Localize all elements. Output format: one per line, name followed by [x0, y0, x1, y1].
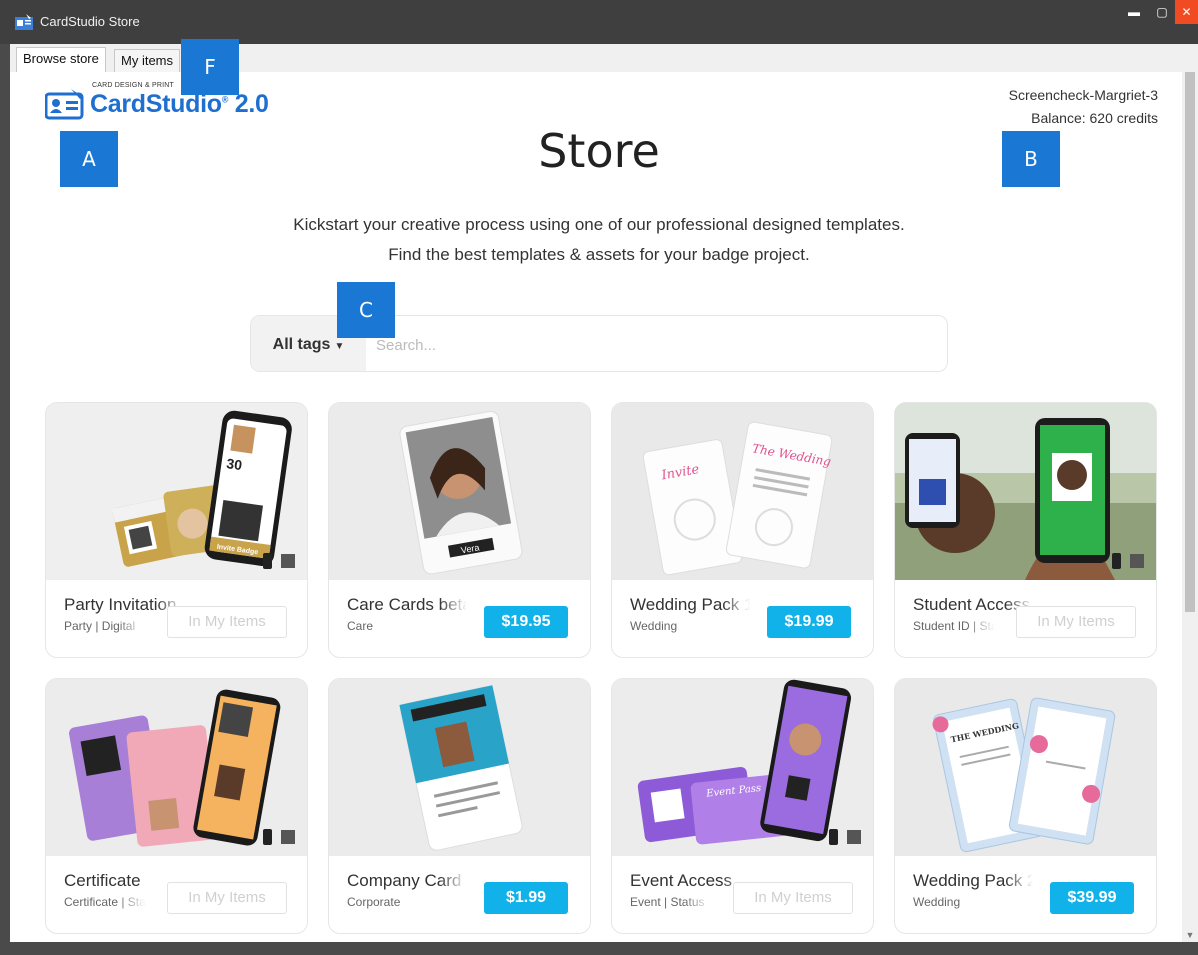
- marker-b: B: [1002, 131, 1060, 187]
- card-image: Event Pass: [612, 679, 873, 856]
- store-card[interactable]: Student Access Student ID | Status In My…: [894, 402, 1157, 658]
- buy-button[interactable]: $1.99: [484, 882, 568, 914]
- scroll-down-icon[interactable]: ▼: [1184, 930, 1196, 940]
- in-my-items-button[interactable]: In My Items: [733, 882, 853, 914]
- phone-qr-icon: [829, 829, 861, 845]
- phone-qr-icon: [1112, 553, 1144, 569]
- app-window: CardStudio Store ▬ ▢ ✕ Browse store My i…: [0, 0, 1198, 955]
- logo-wordmark: CardStudio® 2.0: [90, 90, 269, 119]
- card-tags: Care: [347, 619, 429, 633]
- card-image: THE WEDDING: [895, 679, 1156, 856]
- card-image: 30 Invite Badge: [46, 403, 307, 580]
- id-card-icon: [45, 89, 84, 120]
- title-bar: CardStudio Store ▬ ▢ ✕: [0, 0, 1198, 44]
- store-card[interactable]: THE WEDDING Wedding Pack 2 Wedding $39.9…: [894, 678, 1157, 934]
- card-title: Wedding Pack 2: [913, 871, 1033, 891]
- card-image: Invite The Wedding: [612, 403, 873, 580]
- user-name: Screencheck-Margriet-3: [1008, 87, 1158, 103]
- scrollbar-thumb[interactable]: [1185, 72, 1195, 612]
- store-card[interactable]: Invite The Wedding Wedding Pack 1 Weddin…: [611, 402, 874, 658]
- store-card[interactable]: Event Pass Event Access Event | Status I…: [611, 678, 874, 934]
- card-title: Student Access: [913, 595, 1033, 615]
- maximize-button[interactable]: ▢: [1150, 0, 1174, 24]
- card-title: Certificate: [64, 871, 184, 891]
- card-tags: Party | Digital: [64, 619, 146, 633]
- minimize-button[interactable]: ▬: [1122, 0, 1146, 24]
- store-card[interactable]: Vera Care Cards beta Care $19.95: [328, 402, 591, 658]
- logo-tagline: CARD DESIGN & PRINT: [92, 82, 174, 89]
- in-my-items-button[interactable]: In My Items: [167, 882, 287, 914]
- store-page: CARD DESIGN & PRINT CardStudio® 2.0 Scre…: [10, 72, 1182, 942]
- in-my-items-button[interactable]: In My Items: [1016, 606, 1136, 638]
- tags-dropdown-label: All tags: [272, 336, 331, 353]
- card-tags: Student ID | Status: [913, 619, 995, 633]
- logo-registered: ®: [221, 94, 229, 105]
- subtitle-line-2: Find the best templates & assets for you…: [388, 245, 810, 264]
- subtitle-line-1: Kickstart your creative process using on…: [293, 215, 905, 234]
- tab-my-items[interactable]: My items: [114, 49, 180, 73]
- tab-browse-store[interactable]: Browse store: [16, 47, 106, 73]
- close-button[interactable]: ✕: [1175, 0, 1198, 24]
- window-bottom-border: [0, 942, 1198, 955]
- card-title: Event Access: [630, 871, 750, 891]
- buy-button[interactable]: $19.99: [767, 606, 851, 638]
- cardstudio-logo: CARD DESIGN & PRINT CardStudio® 2.0: [45, 82, 305, 122]
- card-tags: Event | Status: [630, 895, 712, 909]
- card-tags: Corporate: [347, 895, 429, 909]
- store-card[interactable]: Certificate Certificate | Status In My I…: [45, 678, 308, 934]
- card-tags: Wedding: [913, 895, 995, 909]
- page-subtitle: Kickstart your creative process using on…: [10, 210, 1182, 270]
- vertical-scrollbar[interactable]: ▼: [1182, 72, 1198, 942]
- phone-qr-icon: [263, 553, 295, 569]
- marker-a: A: [60, 131, 118, 187]
- card-title: Wedding Pack 1: [630, 595, 750, 615]
- card-image: [329, 679, 590, 856]
- card-title: Company Card Demo: [347, 871, 467, 891]
- store-card[interactable]: 30 Invite Badge Party Invitation Party |…: [45, 402, 308, 658]
- card-image: [46, 679, 307, 856]
- card-title: Party Invitation: [64, 595, 184, 615]
- marker-f: F: [181, 39, 239, 95]
- app-icon: [15, 14, 33, 30]
- card-tags: Wedding: [630, 619, 712, 633]
- card-image: Vera: [329, 403, 590, 580]
- card-tags: Certificate | Status: [64, 895, 146, 909]
- buy-button[interactable]: $39.99: [1050, 882, 1134, 914]
- in-my-items-button[interactable]: In My Items: [167, 606, 287, 638]
- party-badge-number: 30: [225, 455, 243, 473]
- buy-button[interactable]: $19.95: [484, 606, 568, 638]
- card-image: [895, 403, 1156, 580]
- card-title: Care Cards beta: [347, 595, 467, 615]
- search-input[interactable]: [376, 330, 936, 360]
- store-card[interactable]: Company Card Demo Corporate $1.99: [328, 678, 591, 934]
- marker-c: C: [337, 282, 395, 338]
- window-title: CardStudio Store: [40, 14, 140, 29]
- caret-down-icon: ▼: [334, 341, 345, 352]
- phone-qr-icon: [263, 829, 295, 845]
- logo-version: 2.0: [234, 90, 269, 118]
